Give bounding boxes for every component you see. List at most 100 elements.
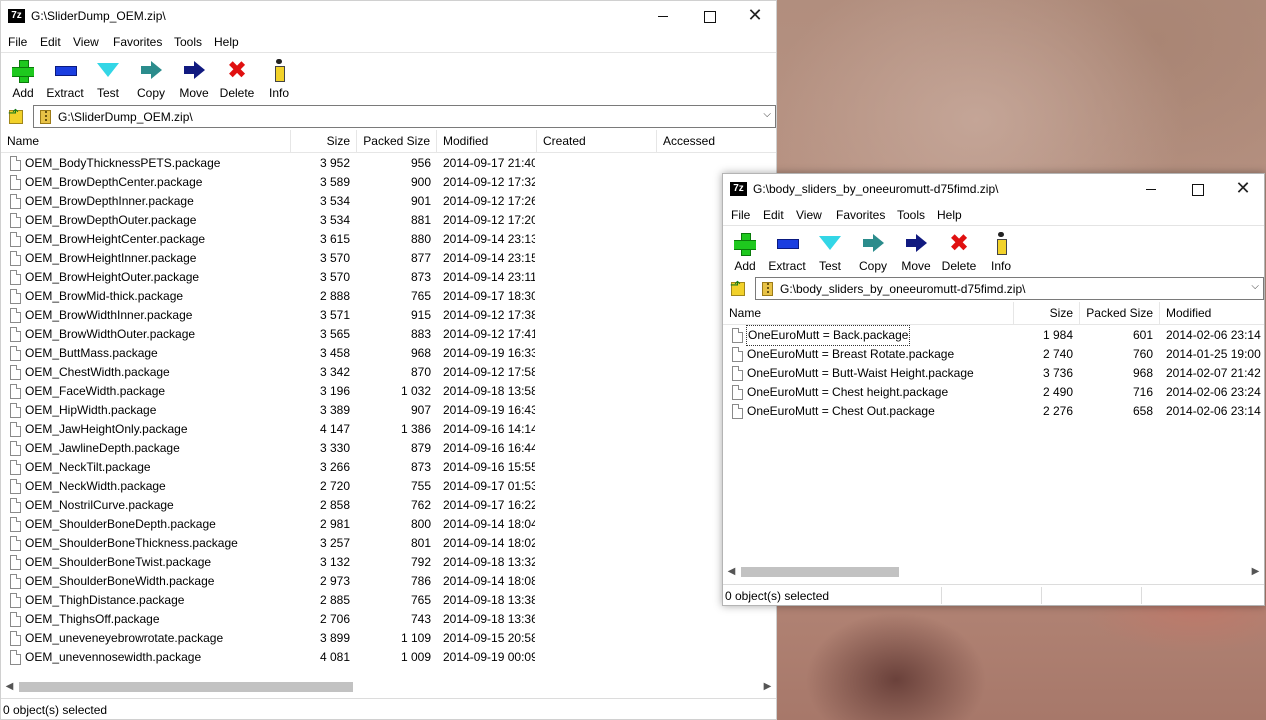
close-button[interactable]: ✕	[1220, 174, 1264, 205]
file-row[interactable]: OEM_BrowDepthInner.package 3 534 901 2014-0…	[1, 192, 776, 211]
file-row[interactable]: OEM_NeckTilt.package 3 266 873 2014-09-16 1…	[1, 458, 776, 477]
file-list[interactable]: Name Size Packed Size Modified OneEuroMu…	[723, 302, 1264, 562]
info-button[interactable]: Info	[257, 59, 301, 100]
extract-icon	[775, 232, 799, 254]
file-row[interactable]: OEM_NostrilCurve.package 2 858 762 2014-09-…	[1, 496, 776, 515]
close-button[interactable]: ✕	[732, 1, 776, 32]
file-size: 3 565	[319, 327, 350, 341]
file-row[interactable]: OEM_ShoulderBoneDepth.package 2 981 800 201…	[1, 515, 776, 534]
file-row[interactable]: OEM_BrowHeightCenter.package 3 615 880 2014…	[1, 230, 776, 249]
file-row[interactable]: OEM_BrowHeightInner.package 3 570 877 2014-…	[1, 249, 776, 268]
move-button[interactable]: Move	[894, 232, 938, 273]
test-button[interactable]: Test	[808, 232, 852, 273]
menu-edit[interactable]: Edit	[763, 208, 784, 222]
file-row[interactable]: OEM_FaceWidth.package 3 196 1 032 2014-09-1…	[1, 382, 776, 401]
file-row[interactable]: OEM_ButtMass.package 3 458 968 2014-09-19 1…	[1, 344, 776, 363]
copy-button[interactable]: Copy	[851, 232, 895, 273]
chevron-down-icon[interactable]: ⌵	[1251, 281, 1259, 292]
info-icon	[989, 232, 1013, 255]
file-row[interactable]: OEM_JawlineDepth.package 3 330 879 2014-09-…	[1, 439, 776, 458]
column-created[interactable]: Created	[537, 130, 657, 153]
menu-help[interactable]: Help	[214, 35, 239, 49]
address-input[interactable]: G:\body_sliders_by_oneeuromutt-d75fimd.z…	[755, 277, 1264, 300]
scroll-left-icon[interactable]: ◀	[724, 564, 739, 579]
menu-edit[interactable]: Edit	[40, 35, 61, 49]
file-row[interactable]: OEM_ThighsOff.package 2 706 743 2014-09-18 …	[1, 610, 776, 629]
info-button[interactable]: Info	[979, 232, 1023, 273]
file-list[interactable]: Name Size Packed Size Modified Created A…	[1, 130, 776, 677]
menu-file[interactable]: File	[8, 35, 27, 49]
folder-up-icon[interactable]	[6, 106, 24, 125]
scrollbar-thumb[interactable]	[19, 682, 353, 692]
file-row[interactable]: OEM_BrowDepthCenter.package 3 589 900 2014-…	[1, 173, 776, 192]
chevron-down-icon[interactable]: ⌵	[763, 109, 771, 120]
horizontal-scrollbar[interactable]: ◀ ▶	[1, 678, 776, 695]
scrollbar-thumb[interactable]	[741, 567, 899, 577]
file-row[interactable]: OEM_uneveneyebrowrotate.package 3 899 1 10…	[1, 629, 776, 648]
menu-help[interactable]: Help	[937, 208, 962, 222]
file-row[interactable]: OneEuroMutt = Breast Rotate.package 2 740…	[723, 345, 1264, 364]
file-row[interactable]: OEM_ThighDistance.package 2 885 765 2014-09…	[1, 591, 776, 610]
archive-window-body-sliders[interactable]: 7z G:\body_sliders_by_oneeuromutt-d75fim…	[722, 173, 1265, 606]
menu-tools[interactable]: Tools	[174, 35, 202, 49]
column-name[interactable]: Name	[723, 302, 1014, 325]
column-name[interactable]: Name	[1, 130, 291, 153]
scroll-left-icon[interactable]: ◀	[2, 679, 17, 694]
maximize-button[interactable]	[1174, 174, 1220, 205]
copy-button[interactable]: Copy	[129, 59, 173, 100]
horizontal-scrollbar[interactable]: ◀ ▶	[723, 563, 1264, 580]
extract-button[interactable]: Extract	[765, 232, 809, 273]
archive-window-sliderdump[interactable]: 7z G:\SliderDump_OEM.zip\ ✕ File Edit Vi…	[0, 0, 777, 720]
delete-button[interactable]: ✖ Delete	[937, 231, 981, 273]
extract-button[interactable]: Extract	[43, 59, 87, 100]
file-row[interactable]: OEM_ShoulderBoneTwist.package 3 132 792 201…	[1, 553, 776, 572]
file-row[interactable]: OEM_ShoulderBoneThickness.package 3 257 80…	[1, 534, 776, 553]
menu-view[interactable]: View	[796, 208, 822, 222]
add-button[interactable]: Add	[1, 59, 45, 100]
address-input[interactable]: G:\SliderDump_OEM.zip\ ⌵	[33, 105, 776, 128]
file-row[interactable]: OEM_BodyThicknessPETS.package 3 952 956 201…	[1, 154, 776, 173]
file-row[interactable]: OEM_BrowWidthInner.package 3 571 915 2014-0…	[1, 306, 776, 325]
menu-favorites[interactable]: Favorites	[836, 208, 885, 222]
minimize-button[interactable]	[1128, 174, 1174, 205]
status-selection: 0 object(s) selected	[725, 589, 830, 603]
menu-favorites[interactable]: Favorites	[113, 35, 162, 49]
file-row[interactable]: OEM_NeckWidth.package 2 720 755 2014-09-17 …	[1, 477, 776, 496]
column-packed-size[interactable]: Packed Size	[1080, 302, 1160, 325]
file-row[interactable]: OEM_BrowWidthOuter.package 3 565 883 2014-0…	[1, 325, 776, 344]
file-name: OEM_NeckWidth.package	[25, 479, 166, 493]
file-row[interactable]: OEM_unevennosewidth.package 4 081 1 009 201…	[1, 648, 776, 667]
menu-view[interactable]: View	[73, 35, 99, 49]
minimize-button[interactable]	[640, 1, 686, 32]
file-row[interactable]: OEM_HipWidth.package 3 389 907 2014-09-19 1…	[1, 401, 776, 420]
file-row[interactable]: OEM_BrowDepthOuter.package 3 534 881 2014-0…	[1, 211, 776, 230]
column-modified[interactable]: Modified	[437, 130, 537, 153]
column-size[interactable]: Size	[1014, 302, 1080, 325]
file-row[interactable]: OEM_JawHeightOnly.package 4 147 1 386 2014-…	[1, 420, 776, 439]
maximize-button[interactable]	[686, 1, 732, 32]
delete-button[interactable]: ✖ Delete	[215, 58, 259, 100]
file-row[interactable]: OneEuroMutt = Butt-Waist Height.package 3…	[723, 364, 1264, 383]
menu-tools[interactable]: Tools	[897, 208, 925, 222]
column-size[interactable]: Size	[291, 130, 357, 153]
file-row[interactable]: OEM_BrowMid-thick.package 2 888 765 2014-09…	[1, 287, 776, 306]
column-packed-size[interactable]: Packed Size	[357, 130, 437, 153]
test-button[interactable]: Test	[86, 59, 130, 100]
file-row[interactable]: OneEuroMutt = Chest Out.package 2 276 658 2…	[723, 402, 1264, 421]
file-row[interactable]: OneEuroMutt = Chest height.package 2 490 7…	[723, 383, 1264, 402]
folder-up-icon[interactable]	[728, 278, 746, 297]
file-row[interactable]: OEM_BrowHeightOuter.package 3 570 873 2014-…	[1, 268, 776, 287]
title-bar[interactable]: 7z G:\body_sliders_by_oneeuromutt-d75fim…	[723, 174, 1264, 205]
move-button[interactable]: Move	[172, 59, 216, 100]
add-button[interactable]: Add	[723, 232, 767, 273]
file-row[interactable]: OneEuroMutt = Back.package 1 984 601 2014-0…	[723, 325, 1264, 346]
menu-file[interactable]: File	[731, 208, 750, 222]
column-modified[interactable]: Modified	[1160, 302, 1264, 325]
scroll-right-icon[interactable]: ▶	[1248, 564, 1263, 579]
scroll-right-icon[interactable]: ▶	[760, 679, 775, 694]
title-bar[interactable]: 7z G:\SliderDump_OEM.zip\ ✕	[1, 1, 776, 32]
file-name: OEM_ThighDistance.package	[25, 593, 185, 607]
column-accessed[interactable]: Accessed	[657, 130, 776, 153]
file-row[interactable]: OEM_ShoulderBoneWidth.package 2 973 786 201…	[1, 572, 776, 591]
file-row[interactable]: OEM_ChestWidth.package 3 342 870 2014-09-12…	[1, 363, 776, 382]
